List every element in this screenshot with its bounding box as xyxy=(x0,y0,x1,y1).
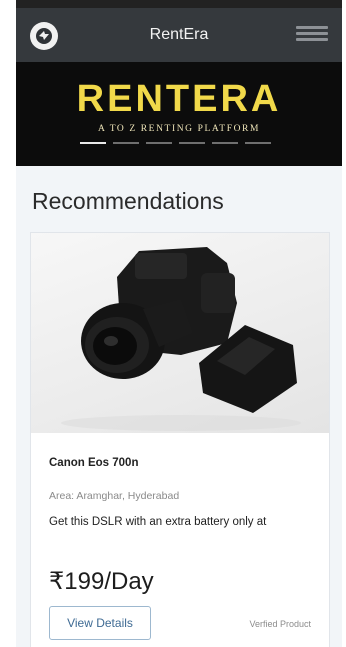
status-strip xyxy=(16,0,342,8)
carousel-indicator[interactable] xyxy=(212,142,238,144)
carousel-indicator[interactable] xyxy=(179,142,205,144)
product-description: Get this DSLR with an extra battery only… xyxy=(49,516,267,528)
product-name[interactable]: Canon Eos 700n xyxy=(49,457,138,469)
banner-subtitle: A TO Z RENTING PLATFORM xyxy=(97,124,261,134)
product-area: Area: Aramghar, Hyderabad xyxy=(49,490,180,502)
section-title: Recommendations xyxy=(32,188,224,214)
brand-title[interactable]: RentEra xyxy=(16,26,342,44)
banner-title: RENTERA xyxy=(76,78,282,120)
product-card[interactable]: Canon Eos 700n Area: Aramghar, Hyderabad… xyxy=(30,232,330,647)
view-details-button[interactable]: View Details xyxy=(49,606,151,640)
navbar: RentEra xyxy=(16,0,342,62)
verified-badge: Verfied Product xyxy=(249,619,311,629)
carousel-indicator[interactable] xyxy=(113,142,139,144)
carousel-indicator[interactable] xyxy=(245,142,271,144)
carousel-indicator[interactable] xyxy=(146,142,172,144)
hamburger-menu-icon[interactable] xyxy=(296,23,328,49)
carousel-indicator[interactable] xyxy=(80,142,106,144)
carousel-indicators xyxy=(80,142,280,146)
app-frame: RentEra RENTERA A TO Z RENTING PLATFORM … xyxy=(16,0,342,647)
product-price: ₹199/Day xyxy=(49,568,154,595)
product-image[interactable] xyxy=(31,233,329,433)
hero-carousel[interactable]: RENTERA A TO Z RENTING PLATFORM xyxy=(16,62,342,166)
